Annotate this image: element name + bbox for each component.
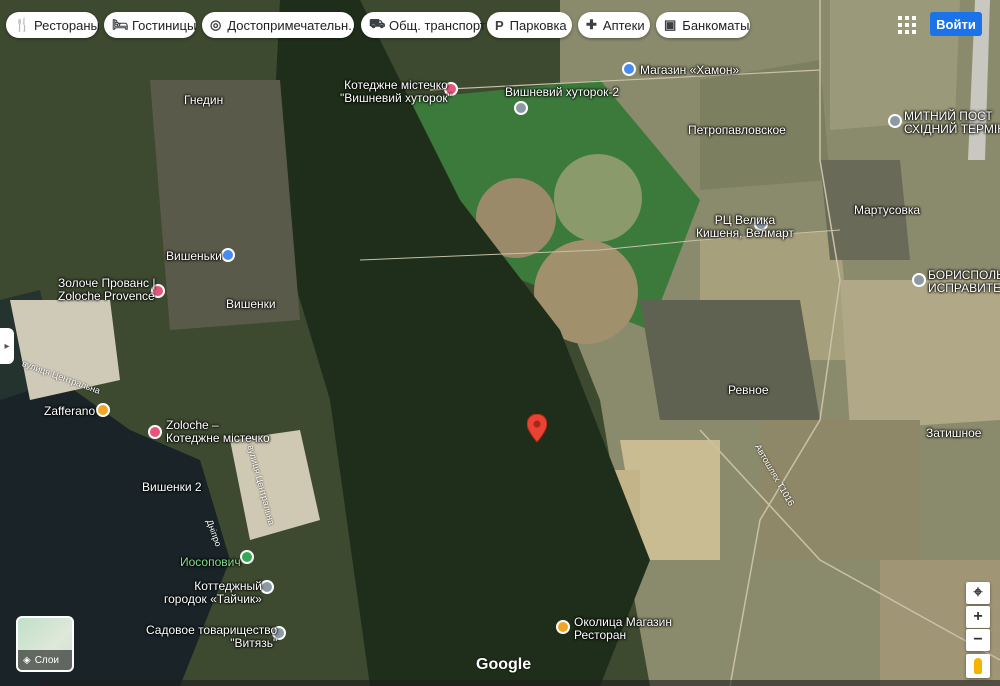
satellite-map[interactable] <box>0 0 1000 686</box>
selected-location-pin-icon[interactable] <box>527 414 547 444</box>
place-label[interactable]: Садовое товарищество "Витязь" <box>146 624 277 650</box>
place-label[interactable]: Вишневий хуторок-2 <box>505 86 619 99</box>
place-label[interactable]: Котеджне містечко "Вишневий хуторок" <box>340 79 452 105</box>
place-label[interactable]: Вишенки 2 <box>142 481 202 494</box>
place-label[interactable]: МИТНИЙ ПОСТ СХІДНИЙ ТЕРМІНА <box>904 110 1000 136</box>
restaurant-pin-icon[interactable] <box>96 403 110 417</box>
place-label[interactable]: Вишеньки <box>166 250 222 263</box>
chip-parking[interactable]: P Парковка <box>487 12 572 38</box>
place-label[interactable]: Вишенки <box>226 298 276 311</box>
camera-icon: ◎ <box>210 17 222 32</box>
place-label[interactable]: Zafferano <box>44 405 95 418</box>
google-logo: Google <box>476 656 532 673</box>
layers-button[interactable]: ◈ Слои <box>16 616 74 672</box>
place-label[interactable]: Золоче Прованс | Zoloche Provence <box>58 277 155 303</box>
chip-atms[interactable]: ▣ Банкоматы <box>656 12 750 38</box>
atm-icon: ▣ <box>664 17 677 32</box>
zoom-out-button[interactable]: − <box>966 629 990 651</box>
place-label[interactable]: РЦ Велика Кишеня, Велмарт <box>696 214 794 240</box>
place-label[interactable]: Затишное <box>926 427 981 440</box>
layers-icon: ◈ <box>23 654 31 666</box>
chip-transit[interactable]: ⛟ Общ. транспорт <box>361 12 486 38</box>
chip-label: Общ. транспорт <box>389 17 486 33</box>
chip-restaurants[interactable]: 🍴 Рестораны <box>6 12 100 38</box>
bus-icon: ⛟ <box>369 16 386 31</box>
chip-label: Гостиницы <box>132 17 197 33</box>
map-footer-bar <box>40 680 1000 686</box>
apps-grid-icon[interactable] <box>896 14 916 34</box>
chip-attractions[interactable]: ◎ Достопримечательн... <box>202 12 359 38</box>
side-panel-toggle[interactable]: ▸ <box>0 328 14 364</box>
bed-icon: 🛏 <box>112 17 129 32</box>
place-label[interactable]: Магазин «Хамон» <box>640 64 739 77</box>
chip-label: Рестораны <box>34 17 100 33</box>
pharmacy-icon: ✚ <box>586 17 597 32</box>
layers-label: Слои <box>34 654 60 666</box>
place-label[interactable]: Гнедин <box>184 94 223 107</box>
place-label[interactable]: Мартусовка <box>854 204 920 217</box>
sign-in-button[interactable]: Войти <box>930 12 982 36</box>
place-label[interactable]: Иосопович <box>180 556 241 569</box>
place-label[interactable]: Петропавловское <box>688 124 786 137</box>
chip-pharmacies[interactable]: ✚ Аптеки <box>578 12 650 38</box>
landmark-pin-icon[interactable] <box>888 114 902 128</box>
zoom-in-button[interactable]: + <box>966 606 990 628</box>
place-label[interactable]: Коттеджный городок «Тайчик» <box>164 580 262 606</box>
place-label[interactable]: Ревное <box>728 384 769 397</box>
parking-icon: P <box>495 17 504 33</box>
landmark-pin-icon[interactable] <box>912 273 926 287</box>
my-location-icon[interactable]: ⌖ <box>966 582 990 604</box>
chip-label: Банкоматы <box>682 17 750 33</box>
park-pin-icon[interactable] <box>240 550 254 564</box>
hotel-pin-icon[interactable] <box>148 425 162 439</box>
location-pin-icon[interactable] <box>260 580 274 594</box>
location-pin-icon[interactable] <box>514 101 528 115</box>
restaurant-pin-icon[interactable] <box>556 620 570 634</box>
pegman-icon[interactable] <box>966 654 990 678</box>
chip-label: Достопримечательн... <box>227 17 360 33</box>
chip-label: Парковка <box>509 17 567 33</box>
chip-label: Аптеки <box>602 17 645 33</box>
shop-pin-icon[interactable] <box>622 62 636 76</box>
place-label[interactable]: БОРИСПОЛЬС ИСПРАВИТЕЛ <box>928 269 1000 295</box>
place-label[interactable]: Zoloche – Котеджне містечко <box>166 419 270 445</box>
chip-hotels[interactable]: 🛏 Гостиницы <box>104 12 196 38</box>
place-label[interactable]: Околица Магазин Ресторан <box>574 616 672 642</box>
shop-pin-icon[interactable] <box>221 248 235 262</box>
fork-knife-icon: 🍴 <box>14 17 31 32</box>
